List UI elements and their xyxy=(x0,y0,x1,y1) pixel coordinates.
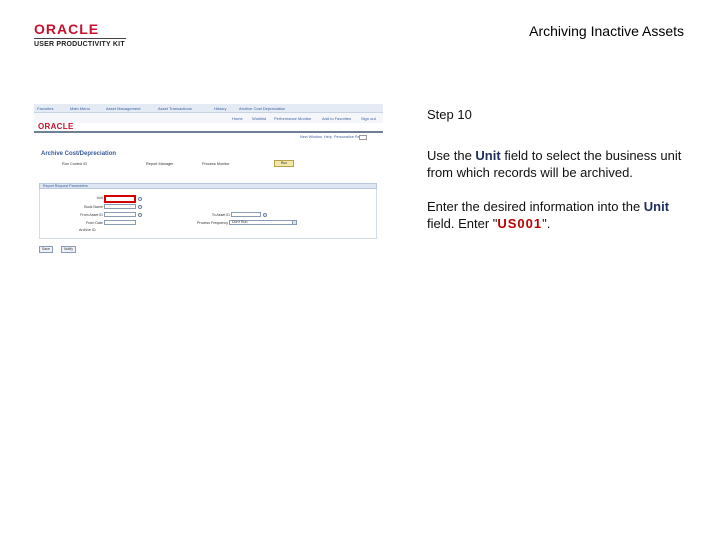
p2-text-after: ". xyxy=(542,216,551,231)
menu-home[interactable]: Home xyxy=(232,116,243,121)
from-asset-id-input[interactable] xyxy=(104,212,136,217)
from-date-label: From Date xyxy=(86,221,103,225)
process-frequency-label: Process Frequency xyxy=(197,221,228,225)
to-asset-id-label: To Asset ID xyxy=(211,213,230,217)
to-asset-lookup-icon[interactable] xyxy=(263,213,267,217)
page-title: Archiving Inactive Assets xyxy=(529,23,684,39)
menu-worklist[interactable]: Worklist xyxy=(252,116,266,121)
logo-divider xyxy=(34,38,126,39)
process-monitor-link[interactable]: Process Monitor xyxy=(202,162,229,166)
menu-bar: Home Worklist Performance Monitor Add to… xyxy=(34,113,383,123)
p2-text-middle: field. Enter " xyxy=(427,216,498,231)
menu-sign-out[interactable]: Sign out xyxy=(361,116,376,121)
report-manager-link[interactable]: Report Manager xyxy=(146,162,173,166)
instruction-paragraph-2: Enter the desired information into the U… xyxy=(427,198,697,232)
breadcrumb-asset-management[interactable]: Asset Management xyxy=(106,106,140,111)
unit-label: Unit xyxy=(96,196,103,200)
to-asset-id-input[interactable] xyxy=(231,212,261,217)
p1-text-before: Use the xyxy=(427,148,476,163)
p2-text-before: Enter the desired information into the xyxy=(427,199,644,214)
instruction-paragraph-1: Use the Unit field to select the busines… xyxy=(427,147,697,181)
menu-performance-monitor[interactable]: Performance Monitor xyxy=(274,116,311,121)
logo-wordmark: ORACLE xyxy=(34,21,100,37)
process-frequency-select[interactable]: Don't Run xyxy=(229,220,297,225)
unit-lookup-icon[interactable] xyxy=(138,197,142,201)
logo-subtitle: USER PRODUCTIVITY KIT xyxy=(34,41,125,48)
app-logo: ORACLE xyxy=(38,122,74,131)
run-button[interactable]: Run xyxy=(274,160,294,167)
p1-field-name: Unit xyxy=(475,148,501,163)
menu-add-to-favorites[interactable]: Add to Favorites xyxy=(322,116,351,121)
breadcrumb-bar: Favorites Main Menu Asset Management Ass… xyxy=(34,104,383,113)
run-control-id-label: Run Control ID xyxy=(62,162,88,166)
breadcrumb-main-menu[interactable]: Main Menu xyxy=(70,106,90,111)
step-number: Step 10 xyxy=(427,107,472,122)
unit-input[interactable] xyxy=(104,195,136,203)
save-button[interactable]: Save xyxy=(39,246,53,253)
from-asset-lookup-icon[interactable] xyxy=(138,213,142,217)
notify-button[interactable]: Notify xyxy=(61,246,76,253)
form-title: Archive Cost/Depreciation xyxy=(41,151,117,157)
link-new-window[interactable]: New Window xyxy=(300,135,322,139)
breadcrumb-history[interactable]: History xyxy=(214,106,226,111)
archive-id-label: Archive ID xyxy=(79,228,96,232)
header-divider xyxy=(34,131,383,133)
breadcrumb-archive[interactable]: Archive Cost Depreciation xyxy=(239,106,285,111)
breadcrumb-favorites[interactable]: Favorites xyxy=(37,106,53,111)
book-name-input[interactable] xyxy=(104,204,136,209)
book-name-label: Book Name xyxy=(84,205,103,209)
link-help[interactable]: Help xyxy=(324,135,332,139)
application-screenshot: Favorites Main Menu Asset Management Ass… xyxy=(34,104,383,256)
from-asset-id-label: From Asset ID xyxy=(80,213,103,217)
p2-field-name: Unit xyxy=(643,199,670,214)
oracle-upk-logo: ORACLE USER PRODUCTIVITY KIT xyxy=(34,22,126,49)
breadcrumb-asset-transactions[interactable]: Asset Transactions xyxy=(158,106,192,111)
chevron-down-icon[interactable] xyxy=(292,220,297,225)
page-options-box[interactable] xyxy=(359,135,367,140)
p2-entry-value: US001 xyxy=(497,216,543,231)
from-date-input[interactable] xyxy=(104,220,136,225)
book-lookup-icon[interactable] xyxy=(138,205,142,209)
